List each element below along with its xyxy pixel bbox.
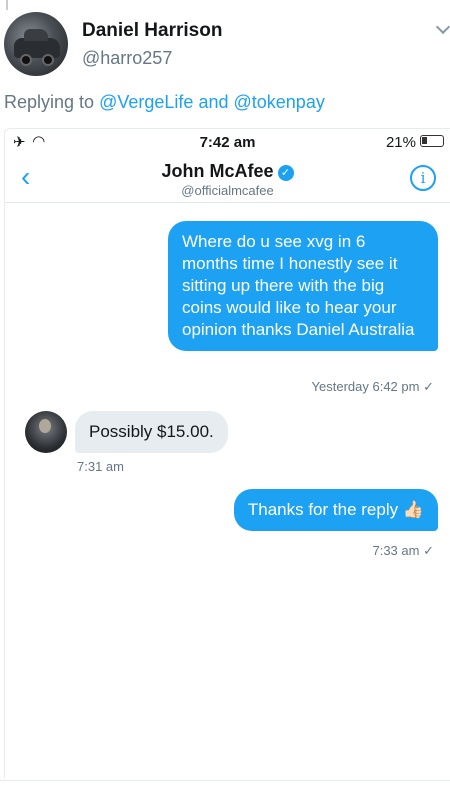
read-check-icon: ✓ (423, 543, 434, 558)
verified-badge-icon: ✓ (277, 165, 294, 181)
display-name[interactable]: Daniel Harrison (82, 20, 222, 42)
avatar[interactable] (25, 411, 67, 453)
status-bar: ✈ ◠ 7:42 am 21% (5, 129, 450, 155)
message-timestamp: Yesterday 6:42 pm ✓ (311, 379, 434, 394)
divider (0, 780, 450, 781)
status-time: 7:42 am (199, 134, 256, 151)
info-icon[interactable]: i (410, 165, 436, 191)
mention-link[interactable]: @VergeLife (99, 92, 193, 112)
message-bubble-outgoing: Where do u see xvg in 6 months time I ho… (168, 221, 438, 351)
battery-percent: 21% (385, 134, 416, 151)
message-timestamp: 7:31 am (77, 459, 124, 474)
conversation-header: ‹ John McAfee ✓ @officialmcafee i (5, 155, 450, 203)
chevron-down-icon[interactable] (435, 19, 450, 35)
avatar[interactable] (4, 12, 68, 76)
mention-and: and (198, 92, 229, 112)
message-bubble-outgoing: Thanks for the reply 👍🏻 (233, 489, 438, 531)
replying-to: Replying to @VergeLife and @tokenpay (4, 92, 325, 113)
replying-prefix: Replying to (4, 92, 95, 112)
contact-name[interactable]: John McAfee ✓ (5, 161, 450, 182)
thread-line (6, 0, 8, 10)
read-check-icon: ✓ (423, 379, 434, 394)
mention-link[interactable]: @tokenpay (234, 92, 325, 112)
battery-icon (420, 135, 444, 147)
contact-handle: @officialmcafee (181, 183, 274, 198)
message-bubble-incoming: Possibly $15.00. (75, 411, 228, 453)
tweet-header: Daniel Harrison @harro257 (0, 0, 450, 90)
dm-screenshot[interactable]: ✈ ◠ 7:42 am 21% ‹ John McAfee ✓ @official… (4, 128, 450, 778)
message-timestamp: 7:33 am ✓ (372, 543, 434, 558)
user-handle[interactable]: @harro257 (82, 48, 172, 69)
